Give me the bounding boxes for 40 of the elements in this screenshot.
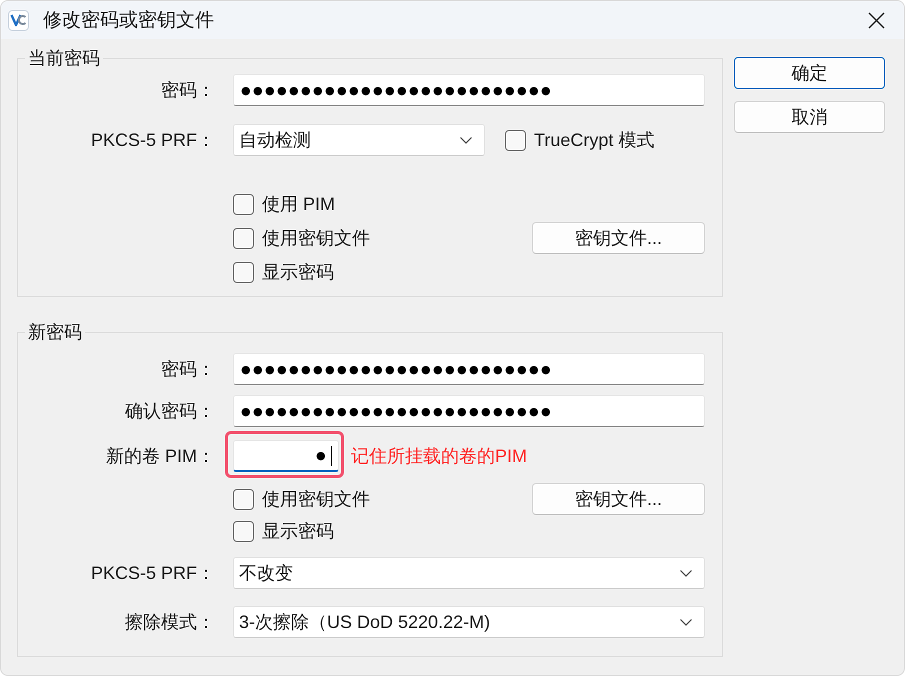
- checkbox[interactable]: [233, 262, 254, 282]
- password-field[interactable]: ●●●●●●●●●●●●●●●●●●●●●●●●●●: [233, 74, 705, 106]
- close-icon: [868, 12, 884, 28]
- keyfiles-button[interactable]: 密钥文件...: [532, 483, 705, 515]
- password-field[interactable]: ●●●●●●●●●●●●●●●●●●●●●●●●●●: [233, 395, 705, 427]
- keyfiles-button[interactable]: 密钥文件...: [532, 222, 705, 254]
- dialog-button[interactable]: 确定: [734, 57, 885, 89]
- checkbox[interactable]: [233, 194, 254, 214]
- checkbox-label[interactable]: TrueCrypt 模式: [534, 128, 654, 152]
- field-label: 密码：: [160, 358, 215, 381]
- checkbox[interactable]: [505, 130, 526, 150]
- checkbox[interactable]: [233, 228, 254, 248]
- checkbox[interactable]: [233, 488, 254, 510]
- group-title: 新密码: [27, 322, 83, 342]
- checkbox-label[interactable]: 使用 PIM: [262, 192, 336, 216]
- chevron-down-icon: [680, 570, 692, 576]
- password-field[interactable]: ●●●●●●●●●●●●●●●●●●●●●●●●●●: [233, 353, 705, 385]
- password-field[interactable]: ●: [233, 440, 339, 472]
- dialog-button[interactable]: 取消: [734, 101, 885, 133]
- checkbox-label[interactable]: 显示密码: [262, 260, 334, 284]
- field-label: 擦除模式：: [124, 611, 215, 634]
- field-label: PKCS-5 PRF：: [90, 562, 215, 585]
- dropdown[interactable]: 3-次擦除（US DoD 5220.22-M): [233, 606, 705, 638]
- chevron-down-icon: [680, 618, 692, 626]
- checkbox-label[interactable]: 使用密钥文件: [262, 487, 370, 511]
- field-label: 密码：: [160, 79, 215, 102]
- dropdown[interactable]: 不改变: [233, 557, 705, 589]
- app-icon: [8, 10, 29, 30]
- annotation-text: 记住所挂载的卷的PIM: [351, 445, 528, 468]
- window-title: 修改密码或密钥文件: [43, 9, 215, 33]
- chevron-down-icon: [460, 136, 472, 144]
- text-cursor: [331, 446, 332, 466]
- field-label: PKCS-5 PRF：: [90, 129, 215, 152]
- field-label: 确认密码：: [124, 400, 215, 423]
- field-label: 新的卷 PIM：: [104, 445, 215, 468]
- dropdown[interactable]: 自动检测: [233, 124, 485, 156]
- checkbox-label[interactable]: 使用密钥文件: [262, 226, 370, 250]
- checkbox-label[interactable]: 显示密码: [262, 519, 334, 543]
- group-title: 当前密码: [27, 48, 101, 68]
- checkbox[interactable]: [233, 520, 254, 542]
